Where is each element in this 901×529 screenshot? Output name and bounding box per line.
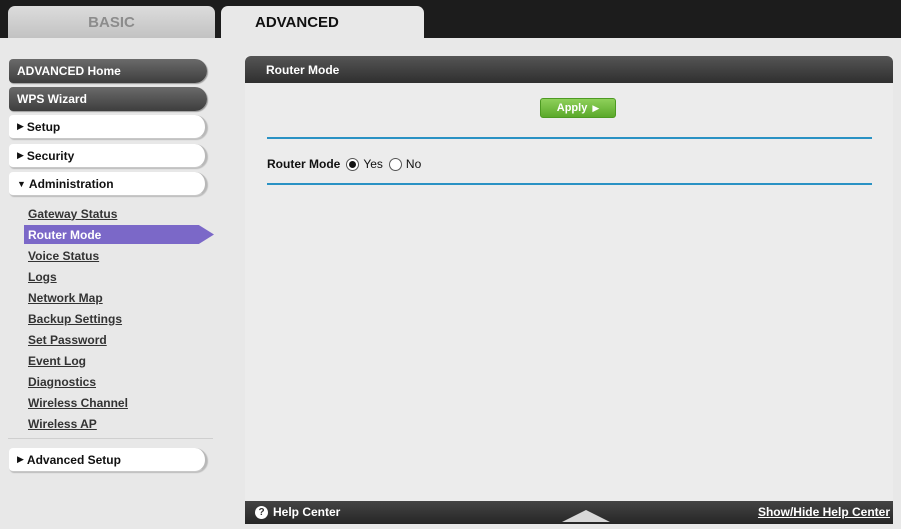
radio-selected-dot [349, 160, 357, 168]
sidebar-item-network-map[interactable]: Network Map [24, 288, 214, 307]
tab-basic-label: BASIC [88, 13, 135, 31]
sidebar: ADVANCED Home WPS Wizard ▶ Setup ▶ Secur… [0, 38, 220, 529]
triangle-right-icon: ▶ [17, 121, 24, 131]
sidebar-item-backup-settings[interactable]: Backup Settings [24, 309, 214, 328]
sidebar-divider [8, 438, 213, 439]
sidebar-security-label: Security [26, 148, 75, 163]
divider-bottom [267, 183, 872, 185]
sidebar-administration[interactable]: ▼ Administration [9, 172, 207, 196]
router-mode-yes-label: Yes [363, 157, 383, 171]
apply-button-label: Apply [556, 102, 588, 114]
sidebar-advanced-setup-label: Advanced Setup [26, 452, 121, 467]
divider-top [267, 137, 872, 139]
sidebar-administration-label: Administration [28, 176, 114, 191]
expand-up-arrow-icon[interactable] [562, 506, 610, 522]
sidebar-item-gateway-status[interactable]: Gateway Status [24, 204, 214, 223]
sidebar-setup[interactable]: ▶ Setup [9, 115, 207, 139]
panel-header: Router Mode [245, 56, 893, 83]
tab-advanced-label: ADVANCED [255, 14, 339, 31]
triangle-right-icon: ▶ [17, 454, 24, 464]
help-center-bar: ? Help Center Show/Hide Help Center [245, 501, 893, 524]
top-tab-bar: BASIC ADVANCED [0, 0, 901, 38]
show-hide-help-link[interactable]: Show/Hide Help Center [758, 505, 890, 519]
apply-button[interactable]: Apply ▶ [540, 98, 616, 118]
sidebar-wps-wizard[interactable]: WPS Wizard [9, 87, 207, 111]
sidebar-advanced-setup[interactable]: ▶ Advanced Setup [9, 448, 207, 472]
sidebar-advanced-home[interactable]: ADVANCED Home [9, 59, 207, 83]
sidebar-item-wireless-ap[interactable]: Wireless AP [24, 414, 214, 433]
router-mode-yes-radio[interactable] [346, 157, 360, 171]
sidebar-item-set-password[interactable]: Set Password [24, 330, 214, 349]
page-title: Router Mode [266, 62, 340, 77]
triangle-right-icon: ▶ [17, 150, 24, 160]
router-mode-row: Router Mode Yes No [267, 155, 427, 173]
sidebar-item-diagnostics[interactable]: Diagnostics [24, 372, 214, 391]
tab-advanced[interactable]: ADVANCED [221, 6, 424, 38]
router-mode-label: Router Mode [267, 157, 341, 171]
router-mode-no-radio[interactable] [388, 157, 402, 171]
sidebar-advanced-home-label: ADVANCED Home [17, 64, 121, 78]
sidebar-item-voice-status[interactable]: Voice Status [24, 246, 214, 265]
router-mode-no-label: No [405, 157, 422, 171]
sidebar-item-logs[interactable]: Logs [24, 267, 214, 286]
help-center-title: Help Center [273, 505, 341, 519]
help-icon[interactable]: ? [255, 506, 268, 519]
sidebar-wps-wizard-label: WPS Wizard [17, 92, 87, 106]
main-panel: Router Mode Apply ▶ Router Mode Yes No ?… [245, 56, 893, 524]
tab-basic[interactable]: BASIC [8, 6, 215, 38]
sidebar-security[interactable]: ▶ Security [9, 144, 207, 168]
triangle-down-icon: ▼ [17, 178, 26, 189]
sidebar-item-router-mode[interactable]: Router Mode [24, 225, 214, 244]
sidebar-setup-label: Setup [26, 119, 61, 134]
sidebar-item-wireless-channel[interactable]: Wireless Channel [24, 393, 214, 412]
play-arrow-icon: ▶ [592, 102, 600, 113]
sidebar-item-event-log[interactable]: Event Log [24, 351, 214, 370]
